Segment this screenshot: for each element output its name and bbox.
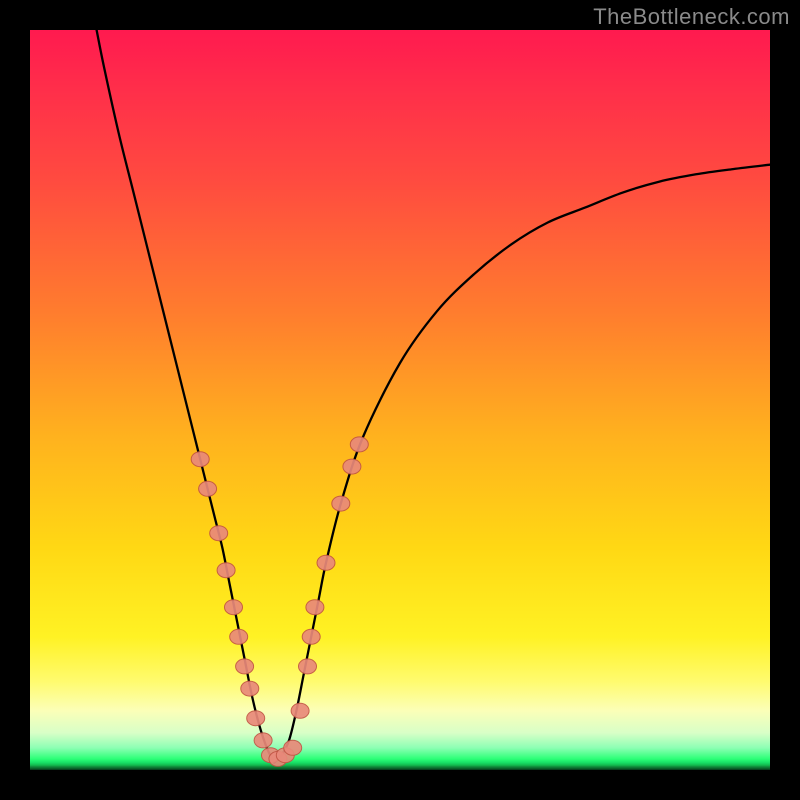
marker-6	[236, 659, 254, 674]
marker-0	[191, 452, 209, 467]
curve-group	[97, 30, 770, 763]
marker-17	[306, 600, 324, 615]
marker-19	[332, 496, 350, 511]
marker-3	[217, 563, 235, 578]
curve-layer	[30, 30, 770, 770]
marker-4	[225, 600, 243, 615]
watermark-text: TheBottleneck.com	[593, 4, 790, 30]
marker-2	[210, 526, 228, 541]
marker-18	[317, 555, 335, 570]
plot-area	[30, 30, 770, 770]
marker-16	[302, 629, 320, 644]
marker-7	[241, 681, 259, 696]
chart-frame: TheBottleneck.com	[0, 0, 800, 800]
marker-15	[299, 659, 317, 674]
marker-9	[254, 733, 272, 748]
marker-20	[343, 459, 361, 474]
marker-13	[284, 740, 302, 755]
curve-left-branch	[97, 30, 275, 763]
marker-21	[350, 437, 368, 452]
marker-5	[230, 629, 248, 644]
marker-8	[247, 711, 265, 726]
marker-1	[199, 481, 217, 496]
marker-14	[291, 703, 309, 718]
marker-group	[191, 437, 368, 767]
